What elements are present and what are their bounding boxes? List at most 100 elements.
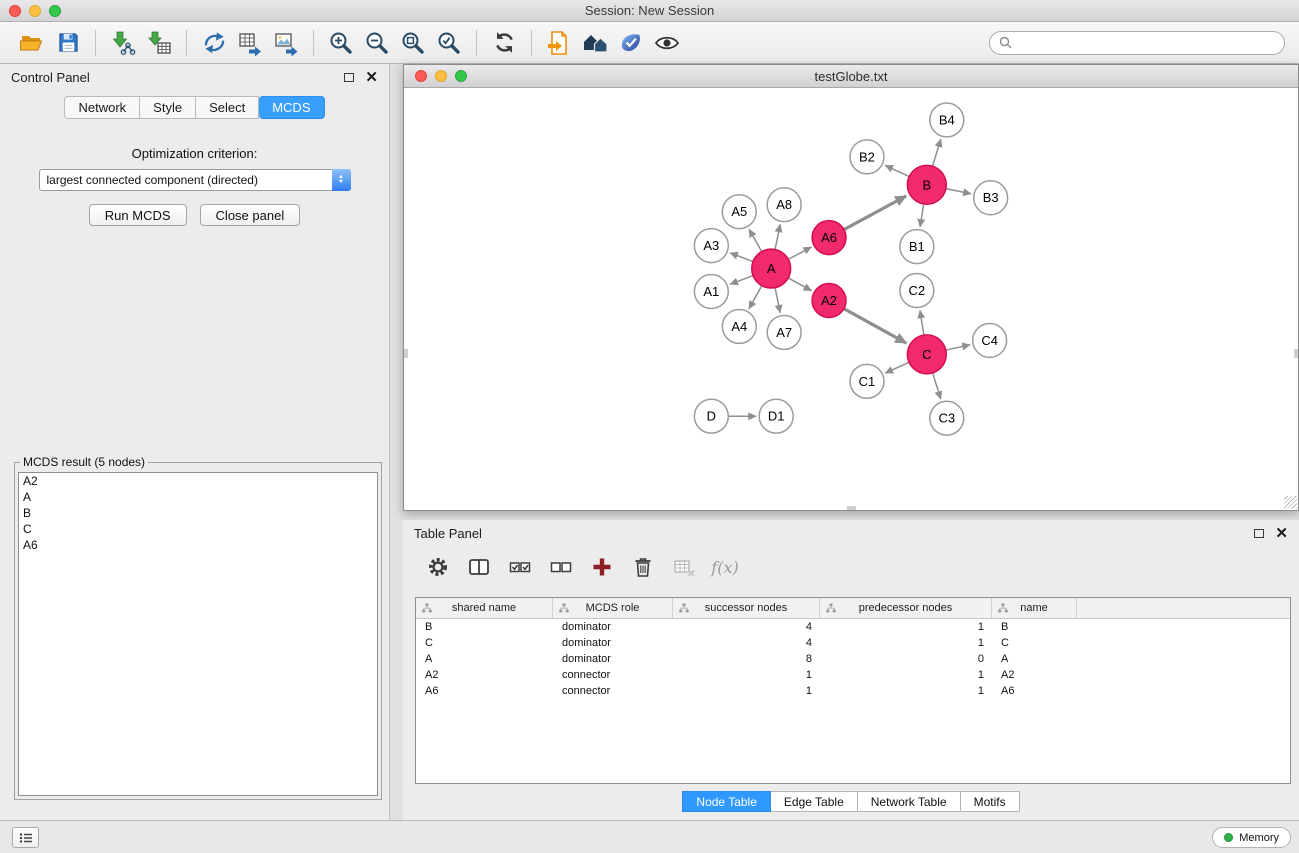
tab-edge-table[interactable]: Edge Table bbox=[771, 791, 858, 812]
close-window-button[interactable] bbox=[9, 5, 21, 17]
zoom-out-button[interactable] bbox=[359, 27, 395, 59]
graph-edge-A2-C[interactable] bbox=[844, 309, 906, 343]
graph-node-A2[interactable]: A2 bbox=[812, 284, 846, 318]
graph-node-B2[interactable]: B2 bbox=[850, 140, 884, 174]
mcds-result-item[interactable]: A6 bbox=[19, 537, 377, 553]
float-panel-icon[interactable] bbox=[1254, 529, 1264, 538]
mcds-result-list[interactable]: A2ABCA6 bbox=[18, 472, 378, 796]
function-builder-button[interactable]: f(x) bbox=[712, 554, 738, 580]
table-row[interactable]: A2connector11A2 bbox=[416, 667, 1290, 683]
column-header-successor-nodes[interactable]: successor nodes bbox=[673, 598, 820, 618]
column-header-name[interactable]: name bbox=[992, 598, 1077, 618]
graph-node-D[interactable]: D bbox=[694, 399, 728, 433]
network-canvas[interactable]: B4B2BB3A8A5A6B1A3AC2A1A2A4A7C4CC1C3DD1 bbox=[404, 88, 1298, 510]
graph-edge-A-A4[interactable] bbox=[749, 286, 762, 309]
zoom-fit-button[interactable] bbox=[395, 27, 431, 59]
table-row[interactable]: Adominator80A bbox=[416, 651, 1290, 667]
add-column-button[interactable] bbox=[589, 554, 615, 580]
tab-select[interactable]: Select bbox=[196, 96, 259, 119]
node-table[interactable]: shared name MCDS role successor nodes pr… bbox=[415, 597, 1291, 784]
minimize-window-button[interactable] bbox=[29, 5, 41, 17]
graph-node-A1[interactable]: A1 bbox=[694, 275, 728, 309]
export-page-button[interactable] bbox=[541, 27, 577, 59]
graph-edge-B-B2[interactable] bbox=[885, 165, 909, 176]
save-session-button[interactable] bbox=[50, 27, 86, 59]
apply-style-button[interactable] bbox=[613, 27, 649, 59]
graph-edge-A-A7[interactable] bbox=[775, 288, 780, 313]
tab-mcds[interactable]: MCDS bbox=[259, 96, 324, 119]
import-network-button[interactable] bbox=[105, 27, 141, 59]
graph-edge-A-A5[interactable] bbox=[749, 229, 762, 252]
deselect-all-button[interactable] bbox=[548, 554, 574, 580]
graph-edge-C-C1[interactable] bbox=[885, 362, 909, 373]
scroll-tick[interactable] bbox=[847, 506, 856, 510]
graph-node-A7[interactable]: A7 bbox=[767, 315, 801, 349]
float-panel-icon[interactable] bbox=[344, 73, 354, 82]
graph-node-C1[interactable]: C1 bbox=[850, 364, 884, 398]
column-header-shared-name[interactable]: shared name bbox=[416, 598, 553, 618]
open-session-button[interactable] bbox=[14, 27, 50, 59]
memory-button[interactable]: Memory bbox=[1212, 827, 1291, 848]
table-row[interactable]: Bdominator41B bbox=[416, 619, 1290, 635]
graph-node-C2[interactable]: C2 bbox=[900, 274, 934, 308]
run-mcds-button[interactable]: Run MCDS bbox=[89, 204, 187, 226]
graph-edge-A-A8[interactable] bbox=[775, 224, 780, 249]
zoom-network-button[interactable] bbox=[455, 70, 467, 82]
graph-edge-C-C3[interactable] bbox=[933, 373, 941, 399]
graph-edge-A-A3[interactable] bbox=[730, 253, 753, 262]
tab-style[interactable]: Style bbox=[140, 96, 196, 119]
resize-handle[interactable] bbox=[1284, 496, 1297, 509]
zoom-in-button[interactable] bbox=[323, 27, 359, 59]
graph-edge-B-B1[interactable] bbox=[920, 204, 924, 227]
export-image-button[interactable] bbox=[268, 27, 304, 59]
scroll-tick[interactable] bbox=[404, 349, 408, 358]
graph-edge-B-B4[interactable] bbox=[933, 139, 941, 166]
tab-node-table[interactable]: Node Table bbox=[682, 791, 771, 812]
task-history-button[interactable] bbox=[12, 827, 39, 848]
minimize-network-button[interactable] bbox=[435, 70, 447, 82]
search-field[interactable] bbox=[989, 31, 1285, 55]
graph-node-C3[interactable]: C3 bbox=[930, 401, 964, 435]
table-row[interactable]: Cdominator41C bbox=[416, 635, 1290, 651]
import-table-button[interactable] bbox=[141, 27, 177, 59]
graph-edge-A-A6[interactable] bbox=[788, 247, 811, 259]
mcds-result-item[interactable]: B bbox=[19, 505, 377, 521]
dropdown-stepper-icon[interactable]: ▲▼ bbox=[332, 169, 351, 191]
toggle-details-button[interactable] bbox=[649, 27, 685, 59]
select-all-button[interactable] bbox=[507, 554, 533, 580]
close-network-button[interactable] bbox=[415, 70, 427, 82]
table-row[interactable]: A6connector11A6 bbox=[416, 683, 1290, 699]
graph-node-A4[interactable]: A4 bbox=[722, 309, 756, 343]
graph-node-C[interactable]: C bbox=[907, 335, 946, 374]
graph-node-A3[interactable]: A3 bbox=[694, 229, 728, 263]
delete-table-button[interactable] bbox=[671, 554, 697, 580]
zoom-window-button[interactable] bbox=[49, 5, 61, 17]
export-network-button[interactable] bbox=[196, 27, 232, 59]
graph-node-B3[interactable]: B3 bbox=[974, 181, 1008, 215]
scroll-tick[interactable] bbox=[1294, 349, 1298, 358]
graph-node-A5[interactable]: A5 bbox=[722, 195, 756, 229]
search-input[interactable] bbox=[1017, 36, 1275, 50]
network-window-titlebar[interactable]: testGlobe.txt bbox=[404, 65, 1298, 88]
graph-node-B[interactable]: B bbox=[907, 165, 946, 204]
graph-edge-A6-B[interactable] bbox=[844, 196, 906, 230]
mcds-result-item[interactable]: C bbox=[19, 521, 377, 537]
export-table-button[interactable] bbox=[232, 27, 268, 59]
tab-motifs[interactable]: Motifs bbox=[961, 791, 1020, 812]
close-panel-icon[interactable]: ✕ bbox=[1275, 529, 1288, 539]
close-panel-icon[interactable]: ✕ bbox=[365, 73, 378, 83]
tab-network-table[interactable]: Network Table bbox=[858, 791, 961, 812]
graph-edge-A-A1[interactable] bbox=[730, 276, 753, 285]
show-columns-button[interactable] bbox=[466, 554, 492, 580]
apply-layout-button[interactable] bbox=[486, 27, 522, 59]
mcds-result-item[interactable]: A2 bbox=[19, 473, 377, 489]
graph-node-D1[interactable]: D1 bbox=[759, 399, 793, 433]
network-graph[interactable]: B4B2BB3A8A5A6B1A3AC2A1A2A4A7C4CC1C3DD1 bbox=[404, 88, 1298, 510]
graph-node-C4[interactable]: C4 bbox=[973, 323, 1007, 357]
first-neighbors-button[interactable] bbox=[577, 27, 613, 59]
mcds-result-item[interactable]: A bbox=[19, 489, 377, 505]
graph-node-A[interactable]: A bbox=[752, 249, 791, 288]
graph-node-A6[interactable]: A6 bbox=[812, 221, 846, 255]
zoom-selected-button[interactable] bbox=[431, 27, 467, 59]
column-header-predecessor-nodes[interactable]: predecessor nodes bbox=[820, 598, 992, 618]
